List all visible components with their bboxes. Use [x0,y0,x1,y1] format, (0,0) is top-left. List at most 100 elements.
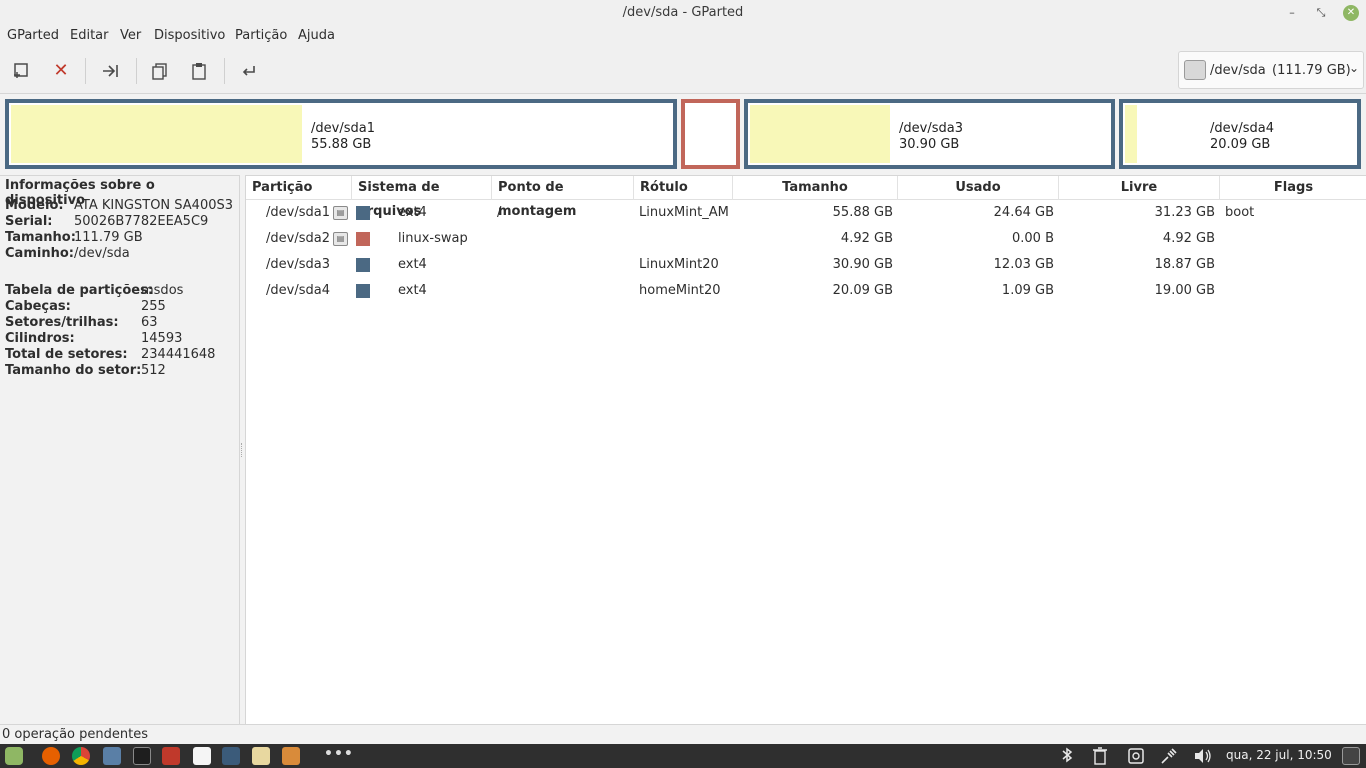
cell-size: 4.92 GB [840,231,893,246]
device-size: (111.79 GB) [1272,63,1351,78]
delete-partition-icon[interactable]: ✕ [48,58,74,84]
partition-block-name: /dev/sda3 [899,121,963,136]
cell-partition: /dev/sda3 [266,257,330,272]
used-space-bar [11,105,302,163]
info-value: 63 [141,315,158,330]
toolbar-separator [136,58,137,84]
used-space-bar [750,105,890,163]
status-bar: 0 operação pendentes [0,724,1366,744]
image-viewer-icon[interactable] [282,747,300,765]
cell-label: LinuxMint_AM [639,205,729,220]
partition-block-size: 55.88 GB [311,137,372,152]
chevron-down-icon: ⌄ [1349,61,1360,75]
cell-used: 24.64 GB [993,205,1054,220]
info-value: 255 [141,299,166,314]
menu-dispositivo[interactable]: Dispositivo [154,28,225,43]
lock-icon: ▤ [333,232,348,246]
menu-editar[interactable]: Editar [70,28,109,43]
partition-block-sda1[interactable]: /dev/sda1 55.88 GB [5,99,677,169]
menu-gparted[interactable]: GParted [7,28,59,43]
title-bar: /dev/sda - GParted – ⤡ ✕ [0,0,1366,26]
minimize-icon[interactable]: – [1284,5,1300,21]
more-apps-icon[interactable]: ••• [324,746,354,762]
taskbar: ••• qua, 22 jul, 10:50 [0,744,1366,768]
info-key: Total de setores: [5,347,128,362]
bluetooth-icon[interactable] [1058,747,1076,765]
info-value: msdos [141,283,184,298]
partition-block-size: 20.09 GB [1210,137,1271,152]
firefox-icon[interactable] [42,747,60,765]
fs-color-swatch [356,206,370,220]
fs-color-swatch [356,284,370,298]
table-row[interactable]: /dev/sda3 ext4 LinuxMint20 30.90 GB 12.0… [246,252,1366,278]
partition-block-sda4[interactable]: /dev/sda4 20.09 GB [1119,99,1361,169]
partition-block-sda2[interactable] [681,99,740,169]
column-header-usado[interactable]: Usado [898,176,1059,200]
menu-particao[interactable]: Partição [235,28,287,43]
text-editor-icon[interactable] [252,747,270,765]
copy-icon[interactable] [147,58,173,84]
partition-table: Partição Sistema de arquivos Ponto de mo… [245,175,1366,724]
column-header-tamanho[interactable]: Tamanho [733,176,898,200]
pending-operations-text: 0 operação pendentes [2,727,148,742]
cell-filesystem: ext4 [398,257,427,272]
partition-block-sda3[interactable]: /dev/sda3 30.90 GB [744,99,1115,169]
show-desktop-icon[interactable] [1342,747,1360,765]
chrome-icon[interactable] [72,747,90,765]
document-icon[interactable] [193,747,211,765]
partition-map: /dev/sda1 55.88 GB /dev/sda3 30.90 GB /d… [0,95,1366,173]
update-manager-icon[interactable] [1127,747,1145,765]
cell-size: 30.90 GB [832,257,893,272]
trash-icon[interactable] [1091,747,1109,765]
table-row[interactable]: /dev/sda1 ▤ ext4 / LinuxMint_AM 55.88 GB… [246,200,1366,226]
partition-block-size: 30.90 GB [899,137,960,152]
toolbar-separator [224,58,225,84]
close-icon[interactable]: ✕ [1343,5,1359,21]
info-key: Setores/trilhas: [5,315,119,330]
column-header-montagem[interactable]: Ponto de montagem [492,176,634,219]
pane-resize-handle[interactable] [241,443,243,457]
column-header-sistema[interactable]: Sistema de arquivos [352,176,492,219]
gparted-taskbar-icon[interactable] [222,747,240,765]
info-value: 234441648 [141,347,216,362]
info-value: 111.79 GB [74,230,143,245]
clock[interactable]: qua, 22 jul, 10:50 [1226,748,1332,762]
files-icon[interactable] [162,747,180,765]
power-plug-icon[interactable] [1160,747,1178,765]
system-settings-icon[interactable] [103,747,121,765]
volume-icon[interactable] [1193,747,1211,765]
cell-used: 12.03 GB [993,257,1054,272]
info-value: 50026B7782EEA5C9 [74,214,209,229]
toolbar: ✕ /dev/sda (111.79 GB) ⌄ [0,48,1366,94]
cell-partition: /dev/sda1 [266,205,330,220]
resize-move-icon[interactable] [98,58,124,84]
harddisk-icon [1184,60,1206,80]
table-row[interactable]: /dev/sda2 ▤ linux-swap 4.92 GB 0.00 B 4.… [246,226,1366,252]
cell-filesystem: ext4 [398,205,427,220]
cell-free: 4.92 GB [1162,231,1215,246]
mint-menu-icon[interactable] [5,747,23,765]
new-partition-icon[interactable] [9,58,35,84]
paste-icon[interactable] [186,58,212,84]
column-header-rotulo[interactable]: Rótulo [634,176,733,200]
device-name: /dev/sda [1210,63,1266,78]
cell-free: 31.23 GB [1154,205,1215,220]
cell-partition: /dev/sda4 [266,283,330,298]
menu-bar: GParted Editar Ver Dispositivo Partição … [0,26,1366,48]
info-key: Tamanho: [5,230,76,245]
undo-icon[interactable] [236,58,262,84]
column-header-flags[interactable]: Flags [1220,176,1366,200]
partition-block-name: /dev/sda1 [311,121,375,136]
column-header-livre[interactable]: Livre [1059,176,1220,200]
terminal-icon[interactable] [133,747,151,765]
device-selector[interactable]: /dev/sda (111.79 GB) ⌄ [1178,51,1364,89]
table-row[interactable]: /dev/sda4 ext4 homeMint20 20.09 GB 1.09 … [246,278,1366,304]
cell-filesystem: linux-swap [398,231,468,246]
menu-ajuda[interactable]: Ajuda [298,28,335,43]
cell-partition: /dev/sda2 [266,231,330,246]
table-header: Partição Sistema de arquivos Ponto de mo… [246,176,1366,219]
menu-ver[interactable]: Ver [120,28,141,43]
maximize-icon[interactable]: ⤡ [1313,5,1329,21]
column-header-particao[interactable]: Partição [246,176,352,200]
info-key: Cilindros: [5,331,75,346]
